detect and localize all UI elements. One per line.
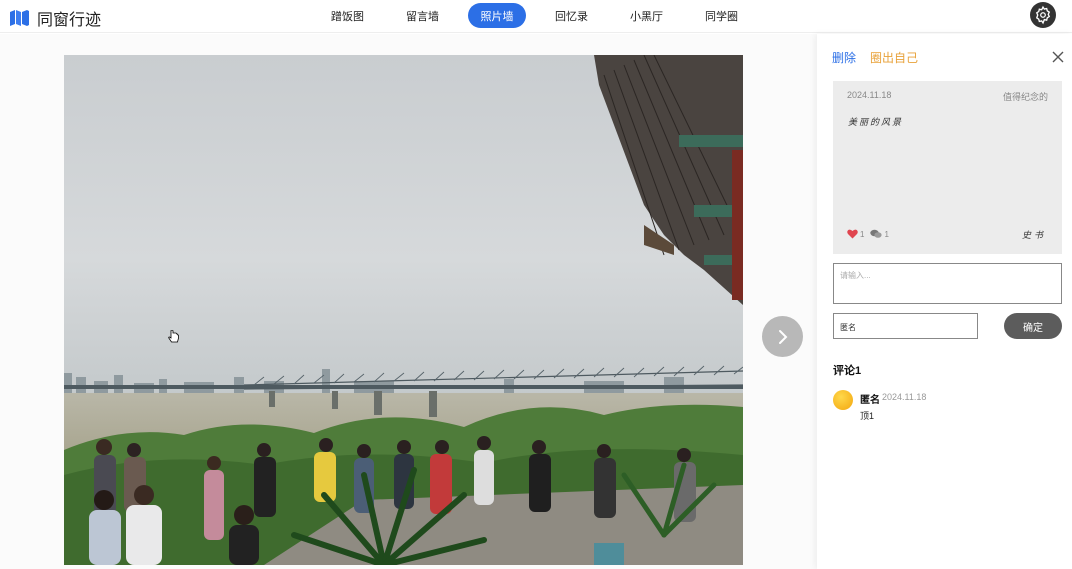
nav-item-dinner-map[interactable]: 蹭饭图	[310, 3, 385, 28]
photo-info-card: 2024.11.18 值得纪念的 美丽的风景 1 1 史书	[833, 81, 1062, 254]
photo-date: 2024.11.18	[847, 90, 892, 100]
photo-detail-panel: 删除 圈出自己 2024.11.18 值得纪念的 美丽的风景 1 1 史书 请输…	[817, 34, 1072, 569]
app-title: 同窗行迹	[37, 12, 102, 29]
nav-item-black-hall[interactable]: 小黑厅	[609, 3, 684, 28]
nav-item-message-wall[interactable]: 留言墙	[385, 3, 460, 28]
comment-count: 1	[884, 229, 889, 239]
heart-icon[interactable]	[847, 229, 858, 239]
comment-date: 2024.11.18	[882, 392, 927, 402]
chevron-right-icon	[778, 329, 787, 344]
close-icon[interactable]	[1051, 50, 1065, 64]
like-count: 1	[860, 229, 865, 239]
gear-icon	[1035, 5, 1051, 25]
photo-tag: 值得纪念的	[1002, 92, 1048, 102]
main-nav: 蹭饭图 留言墙 照片墙 回忆录 小黑厅 同学圈	[310, 3, 759, 28]
comment-body: 顶1	[860, 411, 875, 421]
photo-stats: 1 1	[847, 229, 895, 239]
hand-pointer-icon	[168, 330, 179, 343]
top-nav-bar: 同窗行迹 蹭饭图 留言墙 照片墙 回忆录 小黑厅 同学圈	[0, 0, 1072, 33]
name-input[interactable]: 匿名	[833, 313, 978, 339]
app-logo[interactable]: 同窗行迹	[10, 6, 101, 30]
tag-self-button[interactable]: 圈出自己	[870, 49, 918, 66]
avatar	[833, 390, 853, 410]
delete-button[interactable]: 删除	[832, 49, 856, 66]
settings-button[interactable]	[1030, 2, 1056, 28]
comment-input[interactable]: 请输入...	[833, 263, 1062, 304]
next-photo-button[interactable]	[762, 316, 803, 357]
nav-item-photo-wall[interactable]: 照片墙	[468, 3, 526, 28]
photo-author: 史书	[1021, 230, 1046, 240]
chat-bubble-icon[interactable]	[870, 229, 883, 239]
photo[interactable]	[64, 55, 743, 565]
panel-actions: 删除 圈出自己	[832, 49, 918, 66]
photo-caption: 美丽的风景	[848, 117, 904, 127]
nav-item-memoir[interactable]: 回忆录	[534, 3, 609, 28]
comments-title: 评论1	[833, 365, 862, 377]
comment-author: 匿名	[860, 395, 880, 406]
confirm-button[interactable]: 确定	[1004, 313, 1062, 339]
photo-stage	[0, 34, 817, 569]
map-icon	[10, 10, 29, 26]
photo-image	[64, 55, 743, 565]
nav-item-classmates[interactable]: 同学圈	[684, 3, 759, 28]
